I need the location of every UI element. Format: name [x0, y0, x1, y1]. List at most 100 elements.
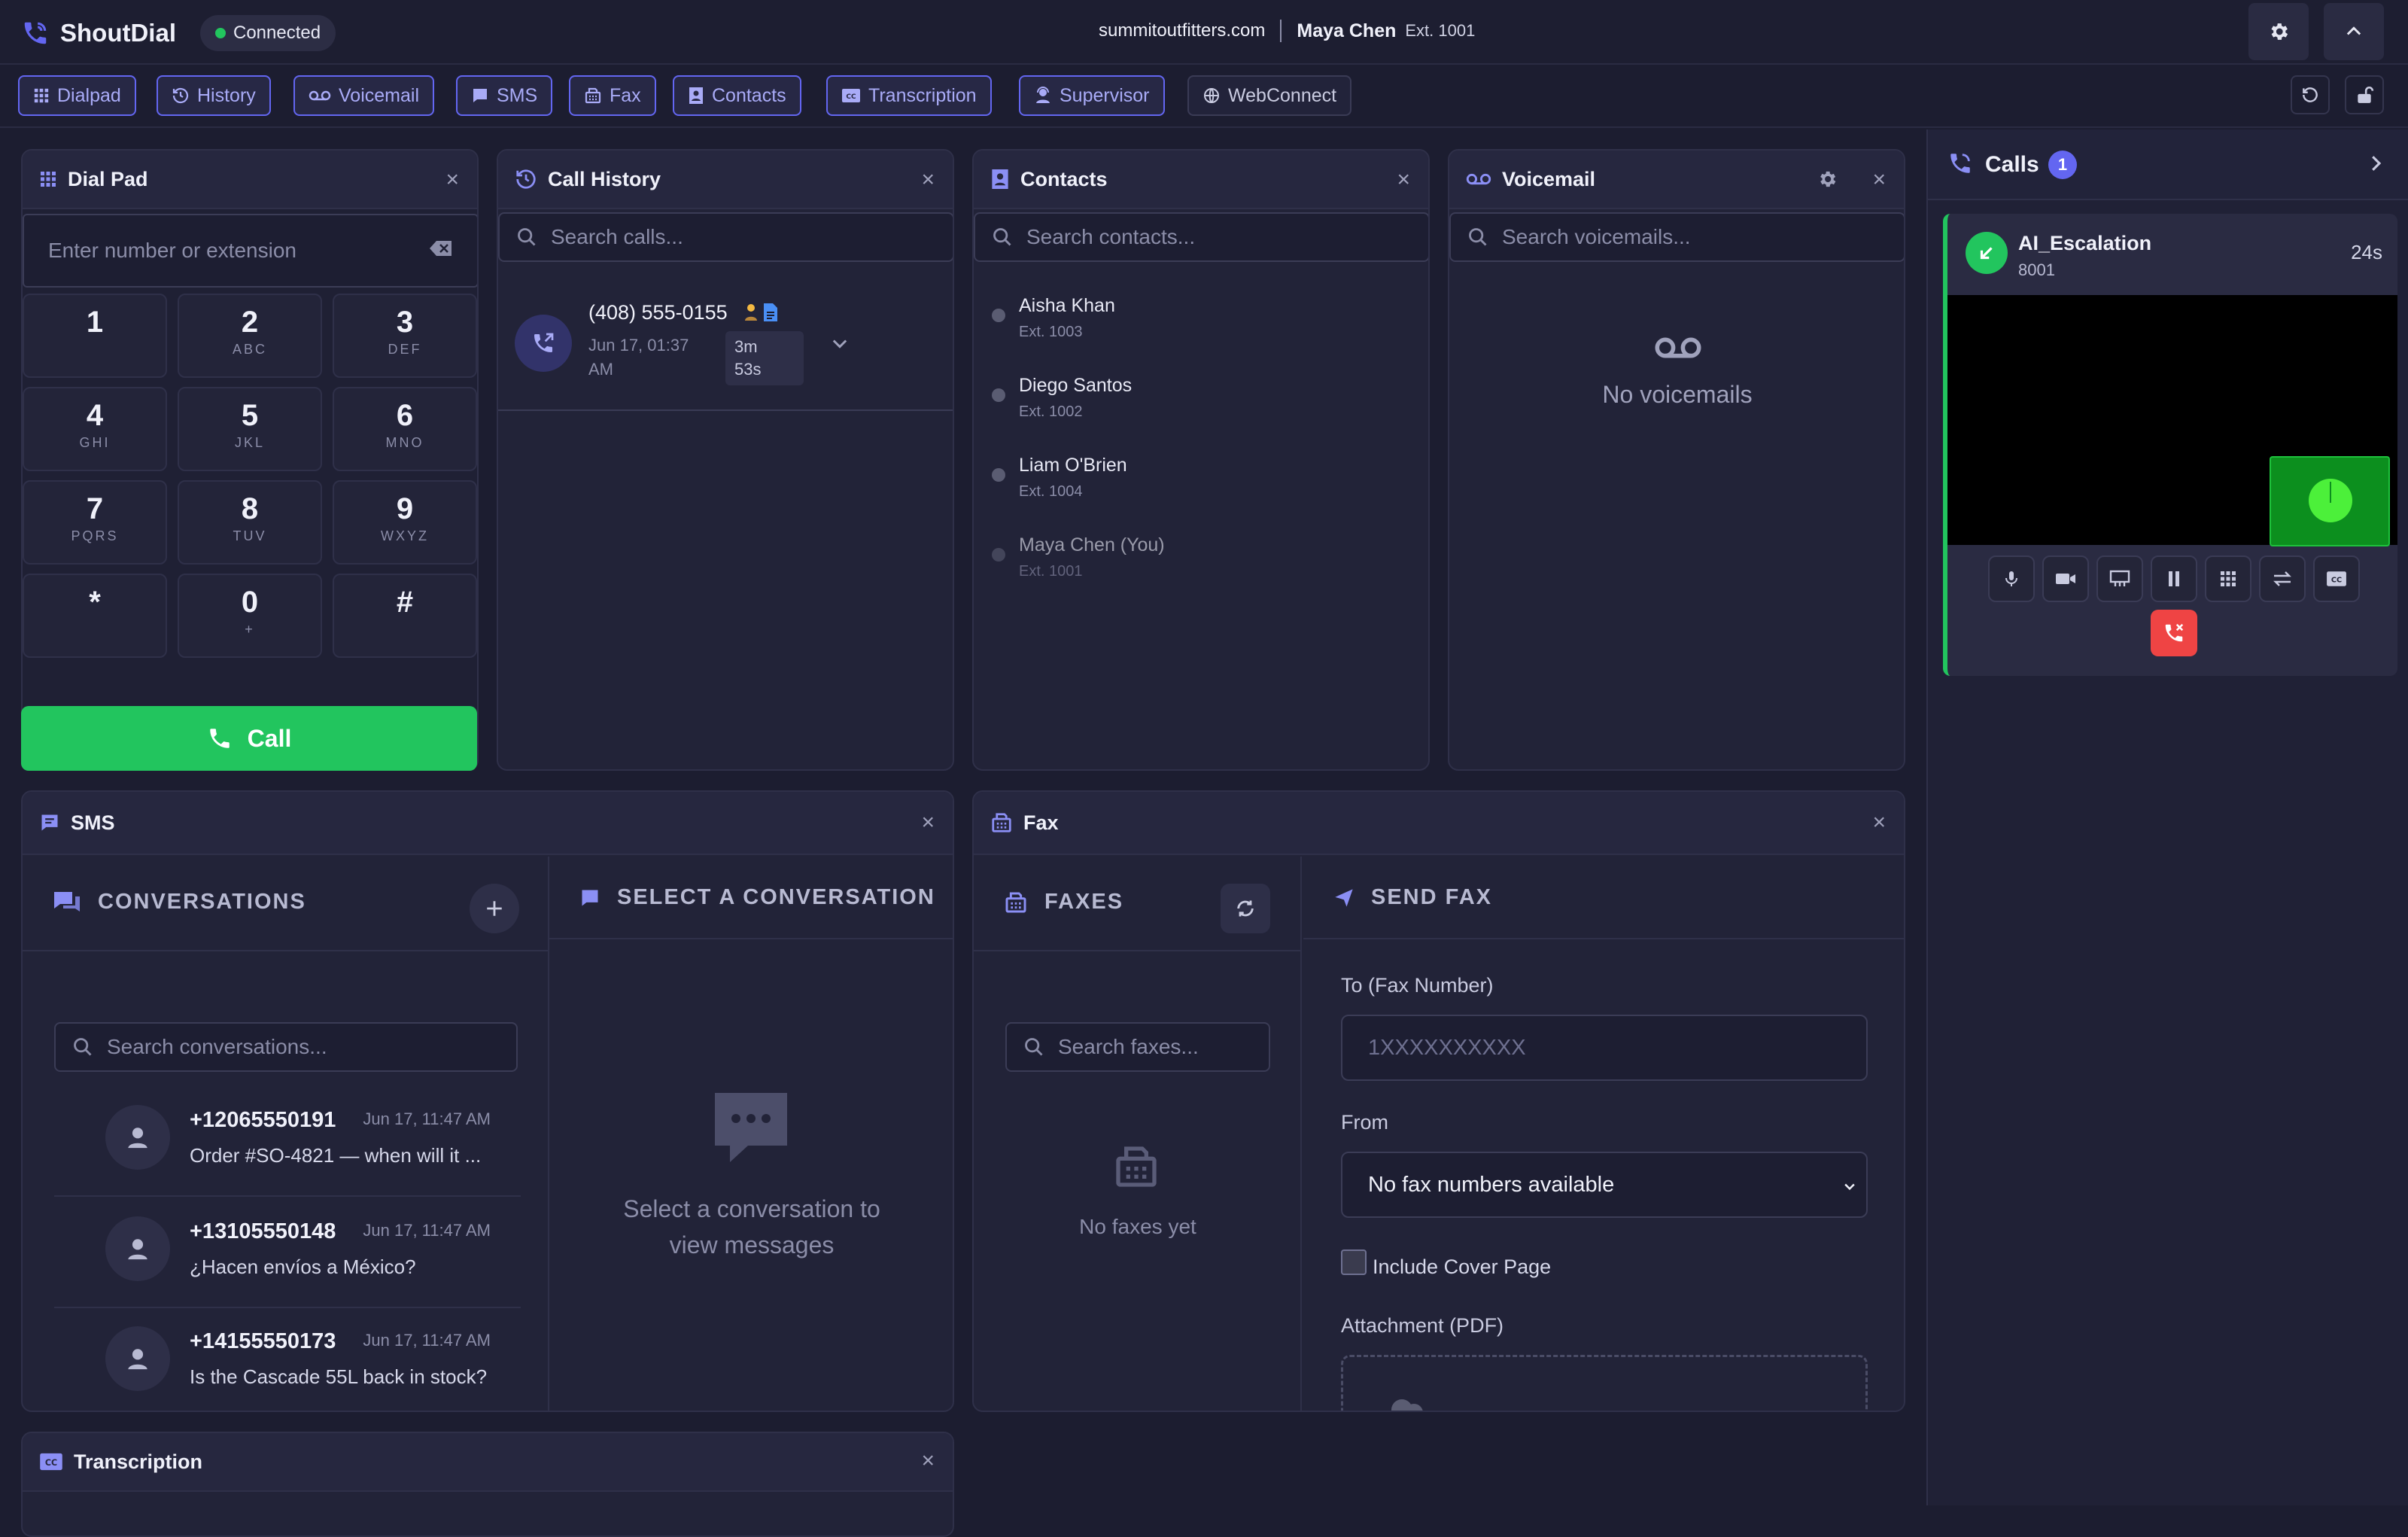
status-dot-icon — [215, 28, 226, 38]
panel-title: Voicemail — [1502, 167, 1596, 190]
tab-label: SMS — [497, 84, 538, 106]
to-fax-input[interactable]: 1XXXXXXXXXX — [1341, 1015, 1868, 1081]
close-icon[interactable]: × — [921, 1448, 935, 1474]
dial-key-6[interactable]: 6 MNO — [333, 387, 477, 471]
contact-name: Aisha Khan — [1019, 295, 1115, 316]
voicemail-icon — [1466, 173, 1491, 185]
tab-history[interactable]: History — [157, 75, 271, 116]
refresh-faxes-button[interactable] — [1221, 884, 1270, 933]
lock-layout-button[interactable] — [2345, 75, 2384, 114]
dial-key-digit: 9 — [396, 492, 414, 525]
cloud-upload-icon — [1391, 1399, 1423, 1411]
tab-transcription[interactable]: CC Transcription — [826, 75, 992, 116]
dialpad-panel: Dial Pad × Enter number or extension 1 2 A… — [21, 149, 479, 771]
transfer-button[interactable] — [2259, 555, 2306, 602]
keypad-button[interactable] — [2205, 555, 2251, 602]
search-conversations-input[interactable]: Search conversations... — [54, 1022, 518, 1072]
conversation-item[interactable]: +13105550148 Jun 17, 11:47 AM ¿Hacen env… — [54, 1201, 521, 1308]
call-history-panel: Call History × Search calls... (408) 555… — [497, 149, 954, 771]
close-icon[interactable]: × — [445, 167, 459, 193]
captions-button[interactable]: CC — [2313, 555, 2360, 602]
contact-name: Maya Chen (You) — [1019, 534, 1165, 555]
contact-extension: Ext. 1002 — [1019, 403, 1083, 420]
dial-key-0[interactable]: 0 + — [178, 574, 322, 658]
connection-status-label: Connected — [233, 23, 321, 43]
end-call-icon — [2165, 623, 2184, 642]
panel-header: SMS — [23, 792, 953, 855]
fax-icon — [1005, 892, 1026, 912]
panel-header: Contacts — [974, 151, 1428, 209]
conversation-number: +13105550148 — [190, 1219, 336, 1243]
divider — [1280, 20, 1282, 42]
tab-fax[interactable]: Fax — [569, 75, 656, 116]
dial-key-star[interactable]: * — [23, 574, 167, 658]
dial-key-1[interactable]: 1 — [23, 294, 167, 378]
close-icon[interactable]: × — [1872, 810, 1886, 835]
from-select[interactable]: No fax numbers available — [1341, 1152, 1868, 1218]
hold-button[interactable] — [2151, 555, 2197, 602]
tab-webconnect[interactable]: WebConnect — [1187, 75, 1352, 116]
contact-extension: Ext. 1003 — [1019, 324, 1083, 340]
screen-share-button[interactable] — [2096, 555, 2143, 602]
panel-header: Dial Pad — [23, 151, 477, 209]
search-calls-input[interactable]: Search calls... — [498, 212, 953, 262]
conversation-time: Jun 17, 11:47 AM — [363, 1331, 491, 1350]
close-icon[interactable]: × — [921, 810, 935, 835]
tab-contacts[interactable]: Contacts — [673, 75, 801, 116]
close-icon[interactable]: × — [1397, 167, 1410, 193]
tab-label: Fax — [610, 84, 641, 106]
grid-icon — [2221, 571, 2236, 586]
presence-dot-icon — [992, 548, 1005, 562]
dial-key-7[interactable]: 7 PQRS — [23, 480, 167, 565]
settings-button[interactable] — [2248, 3, 2309, 60]
dial-key-5[interactable]: 5 JKL — [178, 387, 322, 471]
search-faxes-input[interactable]: Search faxes... — [1005, 1022, 1270, 1072]
dial-key-hash[interactable]: # — [333, 574, 477, 658]
call-history-row[interactable]: (408) 555-0155 Jun 17, 01:37 AM 3m 53s — [498, 278, 953, 411]
reset-layout-button[interactable] — [2291, 75, 2330, 114]
search-contacts-input[interactable]: Search contacts... — [974, 212, 1428, 262]
panel-header: CC Transcription — [23, 1433, 953, 1492]
search-voicemails-input[interactable]: Search voicemails... — [1449, 212, 1904, 262]
dial-key-2[interactable]: 2 ABC — [178, 294, 322, 378]
dial-key-digit: 3 — [396, 306, 414, 339]
conversation-item[interactable]: +12065550191 Jun 17, 11:47 AM Order #SO-… — [54, 1090, 521, 1197]
presence-dot-icon — [992, 309, 1005, 322]
call-number: (408) 555-0155 — [588, 301, 728, 324]
grid-icon — [41, 172, 56, 187]
tab-supervisor[interactable]: Supervisor — [1019, 75, 1165, 116]
dial-key-8[interactable]: 8 TUV — [178, 480, 322, 565]
dial-key-9[interactable]: 9 WXYZ — [333, 480, 477, 565]
call-button[interactable]: Call — [21, 706, 477, 771]
voicemail-settings-icon[interactable] — [1817, 169, 1838, 190]
dial-key-4[interactable]: 4 GHI — [23, 387, 167, 471]
message-icon — [582, 890, 598, 905]
tab-dialpad[interactable]: Dialpad — [18, 75, 136, 116]
backspace-icon[interactable] — [429, 239, 453, 257]
chevron-down-icon[interactable] — [829, 333, 850, 354]
tab-voicemail[interactable]: Voicemail — [293, 75, 434, 116]
cover-page-checkbox[interactable] — [1341, 1249, 1367, 1275]
tab-label: WebConnect — [1228, 84, 1337, 106]
panel-title: Call History — [548, 167, 661, 190]
conversation-item[interactable]: +14155550173 Jun 17, 11:47 AM Is the Cas… — [54, 1311, 521, 1411]
hangup-button[interactable] — [2151, 610, 2197, 656]
svg-text:CC: CC — [2331, 576, 2342, 584]
history-icon — [516, 169, 536, 189]
history-icon — [172, 87, 189, 104]
dial-number-input[interactable]: Enter number or extension — [23, 214, 477, 288]
dial-key-3[interactable]: 3 DEF — [333, 294, 477, 378]
chevron-right-icon[interactable] — [2364, 152, 2387, 175]
select-conversation-empty-text: Select a conversation to view messages — [549, 1191, 953, 1263]
close-icon[interactable]: × — [921, 167, 935, 193]
tab-sms[interactable]: SMS — [456, 75, 553, 116]
search-placeholder: Search conversations... — [107, 1035, 327, 1058]
attachment-dropzone[interactable] — [1341, 1355, 1868, 1411]
mute-button[interactable] — [1988, 555, 2035, 602]
new-conversation-button[interactable] — [470, 884, 519, 933]
close-icon[interactable]: × — [1872, 167, 1886, 193]
video-button[interactable] — [2042, 555, 2089, 602]
gear-icon — [2271, 23, 2288, 40]
collapse-button[interactable] — [2324, 3, 2384, 60]
tab-label: Contacts — [712, 84, 786, 106]
